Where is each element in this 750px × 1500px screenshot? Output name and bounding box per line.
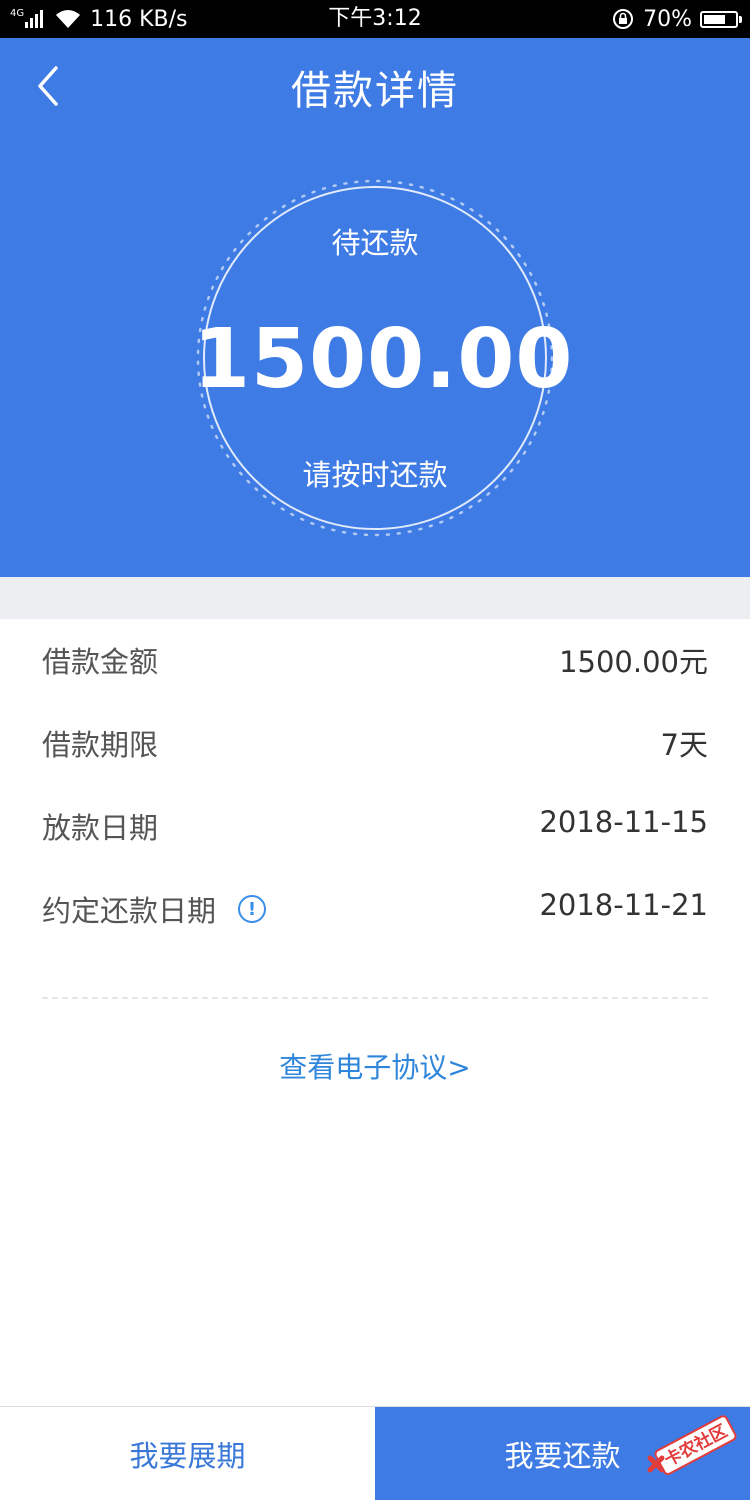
view-agreement-link[interactable]: 查看电子协议>	[0, 1046, 750, 1086]
page-title: 借款详情	[291, 68, 459, 114]
bottom-action-bar: 我要展期 我要还款	[0, 1406, 750, 1500]
detail-value: 2018-11-15	[539, 805, 708, 839]
loan-detail-screen: 4G 116 KB/s 下午3:12 70% 借款详情 待还款 1500.00 …	[0, 0, 750, 1500]
rotation-lock-icon	[611, 7, 635, 31]
extend-loan-button[interactable]: 我要展期	[0, 1407, 375, 1500]
detail-row-disbursement-date: 放款日期 2018-11-15	[0, 785, 750, 868]
detail-label: 放款日期	[42, 811, 159, 845]
detail-row-loan-term: 借款期限 7天	[0, 702, 750, 785]
battery-level-fill	[704, 14, 725, 24]
repayment-hint: 请按时还款	[302, 458, 448, 492]
info-icon[interactable]: !	[238, 895, 267, 923]
battery-icon	[700, 10, 742, 28]
outstanding-amount: 1500.00	[193, 312, 574, 407]
detail-row-loan-amount: 借款金额 1500.00元	[0, 619, 750, 702]
detail-value: 2018-11-21	[539, 888, 708, 922]
dashed-divider	[42, 997, 708, 999]
detail-label: 借款金额	[42, 645, 159, 679]
status-bar: 4G 116 KB/s 下午3:12 70%	[0, 0, 750, 38]
detail-label-with-info: 约定还款日期 !	[42, 888, 267, 930]
detail-row-due-date: 约定还款日期 ! 2018-11-21	[0, 868, 750, 951]
section-divider	[0, 577, 750, 619]
battery-percent: 70%	[643, 6, 692, 32]
repayment-status-ring: 待还款 1500.00 请按时还款	[193, 176, 574, 540]
loan-details-list: 借款金额 1500.00元 借款期限 7天 放款日期 2018-11-15 约定…	[0, 619, 750, 951]
detail-label: 借款期限	[42, 728, 159, 762]
header: 借款详情 待还款 1500.00 请按时还款	[0, 38, 750, 577]
detail-value: 7天	[660, 728, 708, 762]
detail-label-text: 约定还款日期	[42, 894, 217, 928]
repayment-status-label: 待还款	[331, 226, 419, 260]
status-right: 70%	[611, 0, 742, 38]
repay-button[interactable]: 我要还款	[375, 1407, 750, 1500]
detail-value: 1500.00元	[559, 645, 708, 679]
